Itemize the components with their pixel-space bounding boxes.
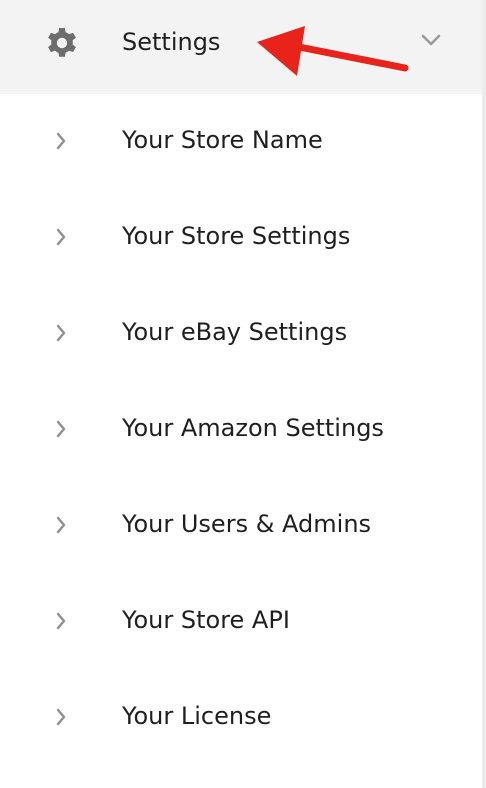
chevron-right-icon — [56, 324, 66, 342]
chevron-right-icon — [56, 612, 66, 630]
chevron-right-icon — [56, 228, 66, 246]
menu-item-store-api[interactable]: Your Store API — [0, 574, 482, 670]
chevron-right-icon — [56, 420, 66, 438]
gear-icon — [48, 28, 76, 57]
menu-item-label: Your Users & Admins — [122, 510, 372, 538]
chevron-right-icon — [56, 708, 66, 726]
chevron-right-icon — [56, 516, 66, 534]
menu-item-store-name[interactable]: Your Store Name — [0, 94, 482, 190]
menu-item-label: Your Store API — [122, 606, 290, 634]
menu-item-label: Your Amazon Settings — [122, 414, 384, 442]
menu-item-label: Your eBay Settings — [122, 318, 348, 346]
menu-item-users-admins[interactable]: Your Users & Admins — [0, 478, 482, 574]
menu-item-label: Your License — [122, 702, 272, 730]
red-arrow-icon — [257, 26, 409, 76]
chevron-down-icon[interactable] — [419, 32, 443, 48]
menu-item-label: Your Store Settings — [122, 222, 351, 250]
menu-item-license[interactable]: Your License — [0, 670, 482, 766]
menu-item-store-settings[interactable]: Your Store Settings — [0, 190, 482, 286]
menu-item-amazon-settings[interactable]: Your Amazon Settings — [0, 382, 482, 478]
menu-item-label: Your Store Name — [122, 126, 323, 154]
settings-header[interactable]: Settings — [0, 0, 482, 94]
settings-label: Settings — [122, 28, 221, 56]
settings-menu: Settings Your Store Name Your Store Sett… — [0, 0, 482, 788]
scroll-edge — [482, 0, 486, 788]
chevron-right-icon — [56, 132, 66, 150]
menu-item-ebay-settings[interactable]: Your eBay Settings — [0, 286, 482, 382]
